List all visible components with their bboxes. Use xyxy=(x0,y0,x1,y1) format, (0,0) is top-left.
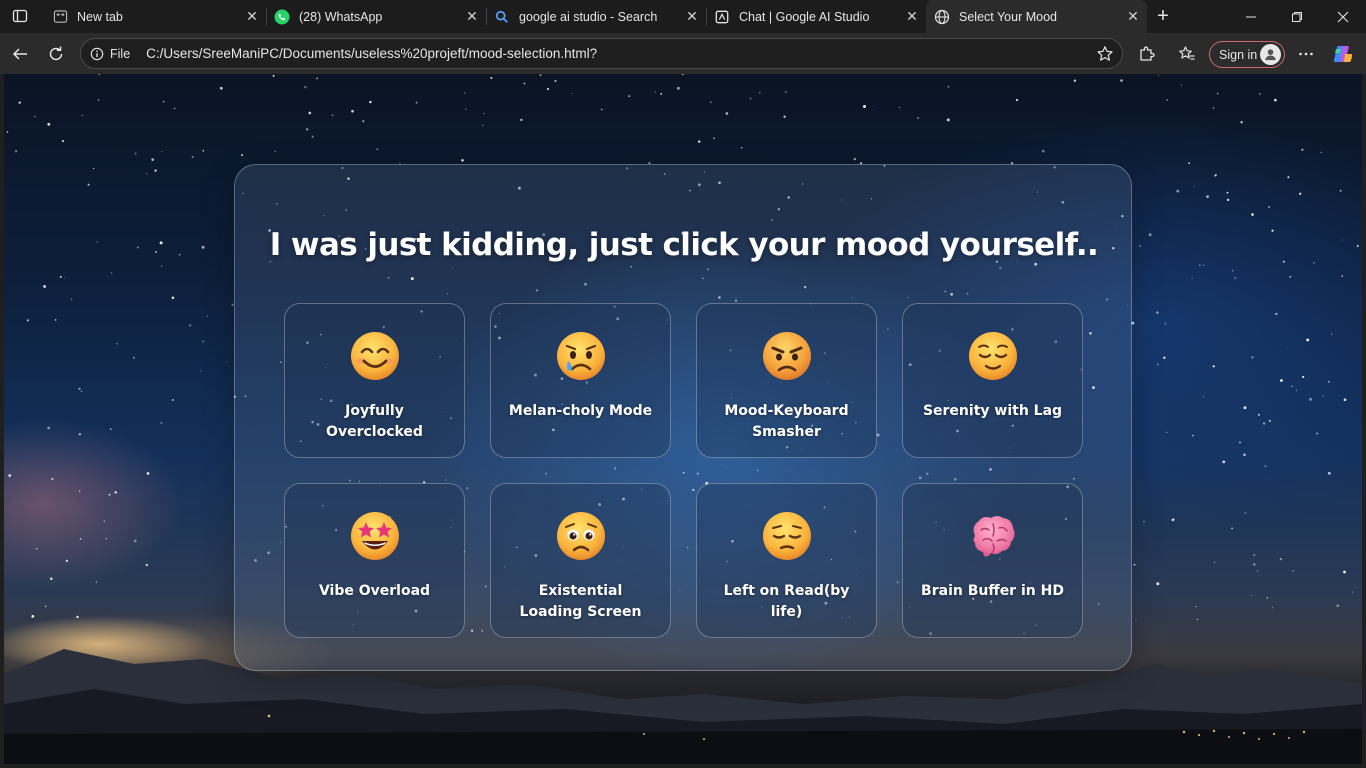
file-scheme-label[interactable]: File xyxy=(110,47,130,61)
mood-selection-card: I was just kidding, just click your mood… xyxy=(234,164,1132,671)
tab-close-icon[interactable]: ✕ xyxy=(244,8,260,25)
tab-strip: New tab ✕ (28) WhatsApp ✕ google ai stud… xyxy=(0,0,1366,33)
restore-icon xyxy=(1292,11,1302,22)
mood-card-brain-buffer-in-hd[interactable]: Brain Buffer in HD xyxy=(902,483,1083,638)
tab-title: google ai studio - Search xyxy=(519,9,658,24)
sign-in-button[interactable]: Sign in xyxy=(1209,41,1285,68)
angry-face-icon xyxy=(762,332,811,380)
mood-card-melancholy-mode[interactable]: Melan-choly Mode xyxy=(490,303,671,458)
avatar-icon xyxy=(1260,44,1281,65)
extensions-button[interactable] xyxy=(1134,41,1160,67)
tab-select-your-mood[interactable]: Select Your Mood ✕ xyxy=(926,0,1147,33)
info-icon[interactable] xyxy=(89,46,105,62)
tab-search[interactable]: google ai studio - Search ✕ xyxy=(486,0,707,33)
star-struck-face-icon xyxy=(350,512,399,560)
mood-label: Left on Read(by life) xyxy=(723,583,850,620)
mood-card-serenity-with-lag[interactable]: Serenity with Lag xyxy=(902,303,1083,458)
globe-icon xyxy=(934,9,950,25)
back-button[interactable] xyxy=(7,41,33,67)
pleading-face-icon xyxy=(556,512,605,560)
mood-label: Mood-Keyboard Smasher xyxy=(724,403,849,440)
mood-card-vibe-overload[interactable]: Vibe Overload xyxy=(284,483,465,638)
plus-icon: + xyxy=(1157,4,1169,27)
tab-title: New tab xyxy=(77,9,123,24)
mood-label: Vibe Overload xyxy=(318,583,431,599)
page-viewport: I was just kidding, just click your mood… xyxy=(4,74,1362,764)
crying-face-icon xyxy=(556,332,605,380)
tab-close-icon[interactable]: ✕ xyxy=(904,8,920,25)
minimize-button[interactable] xyxy=(1228,0,1274,33)
back-arrow-icon xyxy=(12,48,27,60)
smiling-face-icon xyxy=(350,332,399,380)
more-dots-icon xyxy=(1299,52,1313,56)
page-title: I was just kidding, just click your mood… xyxy=(269,227,1099,263)
mood-card-joyfully-overclocked[interactable]: Joyfully Overclocked xyxy=(284,303,465,458)
favorites-icon xyxy=(1179,46,1195,60)
new-tab-button[interactable]: + xyxy=(1151,4,1175,28)
tab-ai-studio[interactable]: Chat | Google AI Studio ✕ xyxy=(706,0,926,33)
address-bar[interactable]: File C:/Users/SreeManiPC/Documents/usele… xyxy=(80,38,1123,69)
restore-button[interactable] xyxy=(1274,0,1320,33)
tab-title: Chat | Google AI Studio xyxy=(739,9,870,24)
refresh-icon xyxy=(49,46,63,61)
more-menu-button[interactable] xyxy=(1293,41,1319,67)
favorites-button[interactable] xyxy=(1174,41,1200,67)
tab-actions-button[interactable] xyxy=(8,5,32,27)
tab-actions-icon xyxy=(12,9,28,23)
tab-title: (28) WhatsApp xyxy=(299,9,383,24)
mood-label: Joyfully Overclocked xyxy=(326,403,423,440)
mood-label: Existential Loading Screen xyxy=(519,583,642,620)
tab-close-icon[interactable]: ✕ xyxy=(464,8,480,25)
copilot-button[interactable] xyxy=(1330,41,1356,67)
mood-card-existential-loading-screen[interactable]: Existential Loading Screen xyxy=(490,483,671,638)
mood-label: Brain Buffer in HD xyxy=(921,583,1064,599)
whatsapp-icon xyxy=(274,9,290,25)
brain-icon xyxy=(973,516,1015,557)
newtab-icon xyxy=(52,9,68,25)
tab-close-icon[interactable]: ✕ xyxy=(1125,8,1141,25)
favorite-star-icon[interactable] xyxy=(1096,45,1114,63)
mood-card-mood-keyboard-smasher[interactable]: Mood-Keyboard Smasher xyxy=(696,303,877,458)
sign-in-label: Sign in xyxy=(1219,47,1258,62)
tab-new-tab[interactable]: New tab ✕ xyxy=(44,0,267,33)
relieved-face-icon xyxy=(968,332,1017,380)
puzzle-icon xyxy=(1140,46,1155,61)
browser-toolbar: File C:/Users/SreeManiPC/Documents/usele… xyxy=(0,33,1366,74)
tab-close-icon[interactable]: ✕ xyxy=(684,8,700,25)
pensive-face-icon xyxy=(762,512,811,560)
close-window-button[interactable] xyxy=(1320,0,1366,33)
search-icon xyxy=(494,9,510,25)
copilot-icon xyxy=(1333,46,1353,62)
mood-label: Serenity with Lag xyxy=(922,403,1063,419)
mood-label: Melan-choly Mode xyxy=(508,403,653,419)
url-text[interactable]: C:/Users/SreeManiPC/Documents/useless%20… xyxy=(146,46,597,61)
minimize-icon xyxy=(1246,16,1256,17)
tab-whatsapp[interactable]: (28) WhatsApp ✕ xyxy=(266,0,487,33)
mood-card-left-on-read[interactable]: Left on Read(by life) xyxy=(696,483,877,638)
refresh-button[interactable] xyxy=(43,41,69,67)
ai-studio-icon xyxy=(714,9,730,25)
tab-title: Select Your Mood xyxy=(959,9,1057,24)
close-icon xyxy=(1337,11,1349,22)
